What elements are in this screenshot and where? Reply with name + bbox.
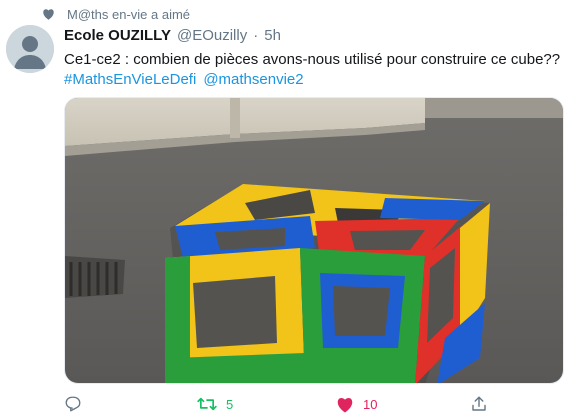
retweet-icon: [197, 395, 217, 413]
tweet-body: Ce1-ce2 : combien de pièces avons-nous u…: [64, 51, 561, 68]
avatar[interactable]: [6, 25, 54, 73]
retweet-count: 5: [226, 396, 234, 412]
user-handle[interactable]: @EOuzilly: [177, 27, 247, 44]
heart-icon: [42, 8, 55, 20]
social-context: M@ths en-vie a aimé: [42, 5, 190, 23]
mention-link[interactable]: @mathsenvie2: [203, 71, 303, 88]
tweet-text: Ce1-ce2 : combien de pièces avons-nous u…: [64, 50, 564, 90]
retweet-button[interactable]: 5: [197, 392, 233, 416]
tweet-header: Ecole OUZILLY @EOuzilly · 5h: [64, 27, 281, 44]
separator-dot: ·: [253, 27, 259, 44]
tweet-photo[interactable]: [64, 97, 564, 384]
tweet-actions: 5 10: [64, 392, 524, 416]
share-icon: [470, 395, 488, 413]
heart-icon: [336, 396, 354, 413]
hashtag-link[interactable]: #MathsEnVieLeDefi: [64, 71, 196, 88]
like-count: 10: [363, 396, 378, 412]
display-name[interactable]: Ecole OUZILLY: [64, 27, 171, 44]
reply-button[interactable]: [64, 392, 91, 416]
liked-by-text[interactable]: M@ths en-vie a aimé: [67, 7, 190, 22]
reply-icon: [64, 395, 82, 413]
tweet-timestamp[interactable]: 5h: [264, 27, 281, 44]
share-button[interactable]: [470, 392, 488, 416]
like-button[interactable]: 10: [336, 392, 377, 416]
